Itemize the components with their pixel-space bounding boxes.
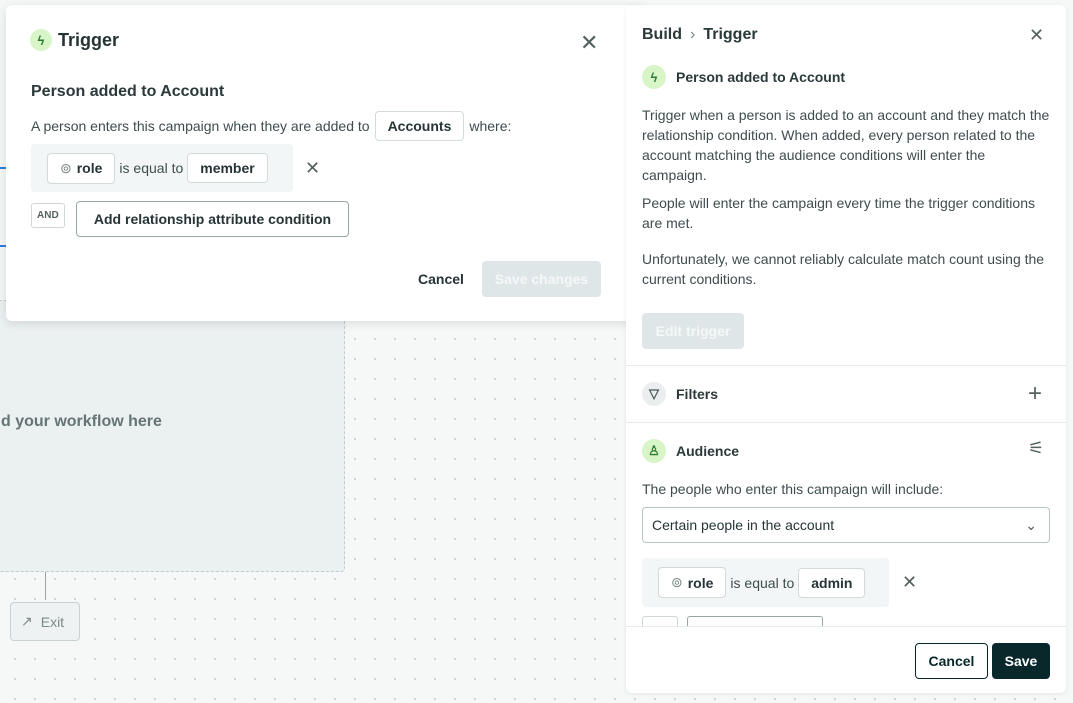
exit-node[interactable]: ↗ Exit	[10, 602, 80, 641]
attribute-chip[interactable]: ⊚ role	[658, 567, 727, 598]
audience-select[interactable]: Certain people in the account ⌄	[642, 507, 1050, 543]
workflow-hint: d your workflow here	[1, 413, 162, 430]
add-condition-button[interactable]: Add relationship attribute condition	[76, 201, 349, 237]
filters-label: Filters	[676, 386, 719, 402]
filter-icon: ▽	[642, 382, 666, 406]
close-panel-icon[interactable]: ✕	[1029, 26, 1044, 44]
attribute-label: role	[687, 574, 714, 591]
match-count-note: Unfortunately, we cannot reliably calcul…	[642, 251, 1045, 287]
panel-save-button[interactable]: Save	[992, 643, 1050, 679]
audience-label: Audience	[676, 443, 740, 459]
breadcrumb: Build › Trigger	[642, 26, 758, 44]
connector-line	[45, 572, 46, 600]
person-icon: ♙	[642, 439, 666, 463]
workflow-drop-zone[interactable]: d your workflow here	[0, 300, 345, 572]
breadcrumb-trigger: Trigger	[703, 26, 758, 43]
trigger-frequency-note: People will enter the campaign every tim…	[642, 195, 1035, 231]
object-select[interactable]: Accounts	[374, 111, 465, 141]
remove-condition-icon[interactable]: ✕	[305, 159, 320, 177]
relationship-icon: ⊚	[60, 159, 72, 176]
trigger-name: Person added to Account	[676, 69, 846, 85]
audience-intro: The people who enter this campaign will …	[642, 481, 944, 497]
lightning-icon: ϟ	[642, 65, 666, 89]
chevron-down-icon: ⌄	[1025, 516, 1037, 533]
divider	[626, 626, 1066, 627]
relationship-icon: ⊚	[671, 574, 683, 590]
divider	[626, 365, 1066, 366]
value-chip[interactable]: member	[187, 153, 268, 183]
trigger-subtitle: Person added to Account	[31, 83, 225, 100]
and-badge-partial	[642, 616, 678, 626]
settings-sliders-icon[interactable]: ⚟	[1028, 439, 1044, 457]
side-panel: Build › Trigger ✕ ϟ Person added to Account…	[626, 5, 1066, 693]
and-badge: AND	[31, 203, 65, 228]
divider	[626, 422, 1066, 423]
breadcrumb-build[interactable]: Build	[642, 26, 682, 44]
attribute-label: role	[76, 160, 103, 176]
sentence-suffix: where:	[469, 118, 512, 134]
audience-select-value: Certain people in the account	[652, 517, 835, 533]
add-condition-button-partial[interactable]	[687, 616, 823, 626]
panel-cancel-button[interactable]: Cancel	[915, 643, 988, 679]
trigger-modal: ϟ Trigger ✕ Person added to Account A per…	[6, 5, 646, 321]
operator-label[interactable]: is equal to	[730, 575, 794, 591]
sentence-prefix: A person enters this campaign when they …	[31, 118, 370, 134]
operator-label[interactable]: is equal to	[119, 160, 183, 176]
close-icon[interactable]: ✕	[580, 32, 598, 54]
value-chip[interactable]: admin	[798, 567, 866, 598]
remove-condition-icon[interactable]: ✕	[902, 573, 917, 591]
cancel-button[interactable]: Cancel	[406, 261, 476, 297]
attribute-chip[interactable]: ⊚ role	[47, 152, 116, 184]
chevron-right-icon: ›	[690, 26, 696, 43]
external-link-icon: ↗	[21, 613, 33, 629]
edit-trigger-button[interactable]: Edit trigger	[642, 313, 744, 349]
save-changes-button[interactable]: Save changes	[482, 261, 601, 297]
exit-label: Exit	[40, 613, 65, 630]
add-filter-icon[interactable]: +	[1028, 382, 1042, 406]
trigger-description: Trigger when a person is added to an acc…	[642, 107, 1050, 183]
lightning-icon: ϟ	[30, 29, 52, 51]
modal-title: Trigger	[58, 29, 120, 50]
